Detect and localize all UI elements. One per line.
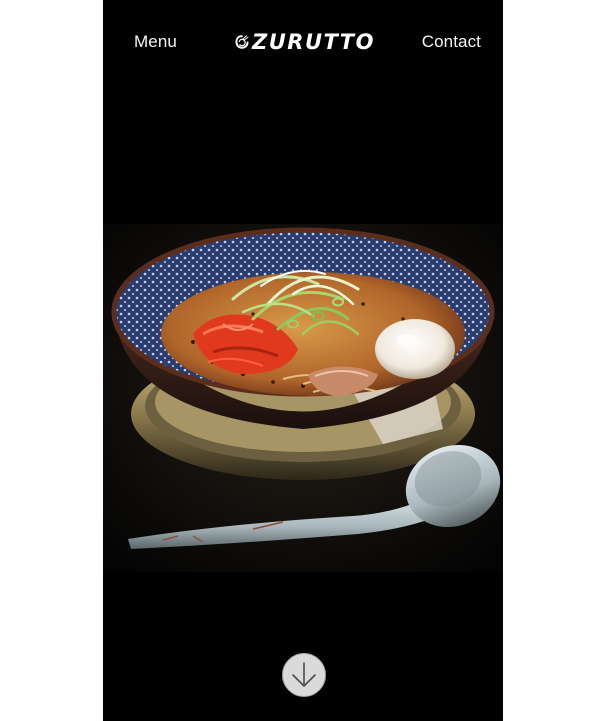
top-navigation: Menu ZURUTTO Contact <box>103 0 503 84</box>
logo-bowl-icon <box>235 35 249 49</box>
contact-link[interactable]: Contact <box>422 30 481 54</box>
brand-logo[interactable]: ZURUTTO <box>235 25 375 59</box>
hero-image <box>103 224 503 572</box>
site-viewport: Menu ZURUTTO Contact <box>103 0 503 721</box>
menu-link[interactable]: Menu <box>134 30 177 54</box>
logo-wordmark: ZURUTTO <box>252 30 375 54</box>
ramen-bowl-illustration <box>103 224 503 572</box>
arrow-down-icon <box>292 662 316 687</box>
page: Menu ZURUTTO Contact <box>0 0 610 721</box>
scroll-down-button[interactable] <box>282 653 326 697</box>
